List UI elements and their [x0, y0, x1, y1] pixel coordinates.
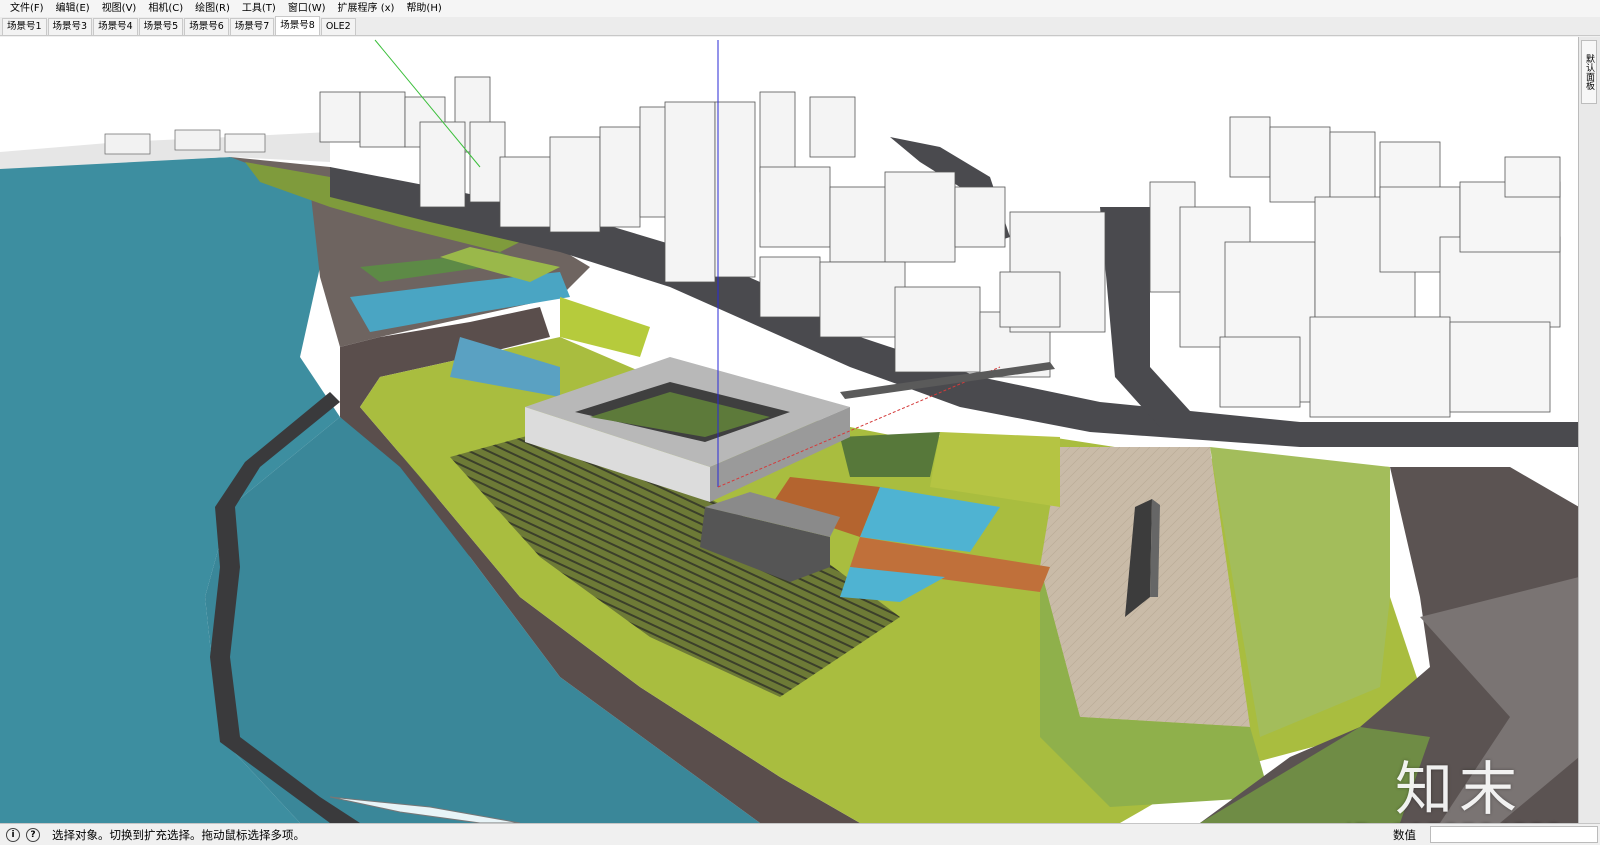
scene-tabs: 场景号1 场景号3 场景号4 场景号5 场景号6 场景号7 场景号8 OLE2 — [0, 16, 1600, 36]
scene-tab-ole2[interactable]: OLE2 — [320, 18, 356, 35]
scene-tab-3[interactable]: 场景号3 — [47, 18, 93, 35]
menu-help[interactable]: 帮助(H) — [400, 0, 447, 17]
scene-tab-7[interactable]: 场景号7 — [229, 18, 275, 35]
status-bar: i ? 选择对象。切换到扩充选择。拖动鼠标选择多项。 数值 — [0, 823, 1600, 845]
scene-tab-4[interactable]: 场景号4 — [93, 18, 138, 35]
info-icon[interactable]: i — [6, 827, 20, 842]
scene-tab-5[interactable]: 场景号5 — [138, 18, 184, 35]
scene-tab-8[interactable]: 场景号8 — [275, 16, 320, 35]
scene-tab-1[interactable]: 场景号1 — [2, 18, 47, 35]
help-icon[interactable]: ? — [26, 827, 40, 842]
model-viewport[interactable]: 知末 ID: 1152584332 — [0, 37, 1579, 823]
menu-draw[interactable]: 绘图(R) — [189, 0, 236, 17]
scene-tab-6[interactable]: 场景号6 — [184, 18, 229, 35]
default-tray-tab[interactable]: 默认面板 — [1581, 40, 1597, 104]
status-message: 选择对象。切换到扩充选择。拖动鼠标选择多项。 — [52, 827, 305, 842]
menu-extensions[interactable]: 扩展程序 (x) — [332, 0, 401, 17]
menu-view[interactable]: 视图(V) — [96, 0, 143, 17]
menu-edit[interactable]: 编辑(E) — [50, 0, 96, 17]
site-model-render — [0, 37, 1578, 823]
menu-tools[interactable]: 工具(T) — [236, 0, 282, 17]
measurements-input[interactable] — [1430, 826, 1598, 843]
watermark-logo: 知末 — [1395, 755, 1524, 823]
menu-file[interactable]: 文件(F) — [4, 0, 50, 17]
menu-camera[interactable]: 相机(C) — [142, 0, 189, 17]
menu-window[interactable]: 窗口(W) — [282, 0, 332, 17]
default-tray: 默认面板 — [1579, 37, 1600, 823]
menu-bar: 文件(F) 编辑(E) 视图(V) 相机(C) 绘图(R) 工具(T) 窗口(W… — [0, 0, 1600, 17]
measurements-label: 数值 — [1393, 828, 1416, 842]
